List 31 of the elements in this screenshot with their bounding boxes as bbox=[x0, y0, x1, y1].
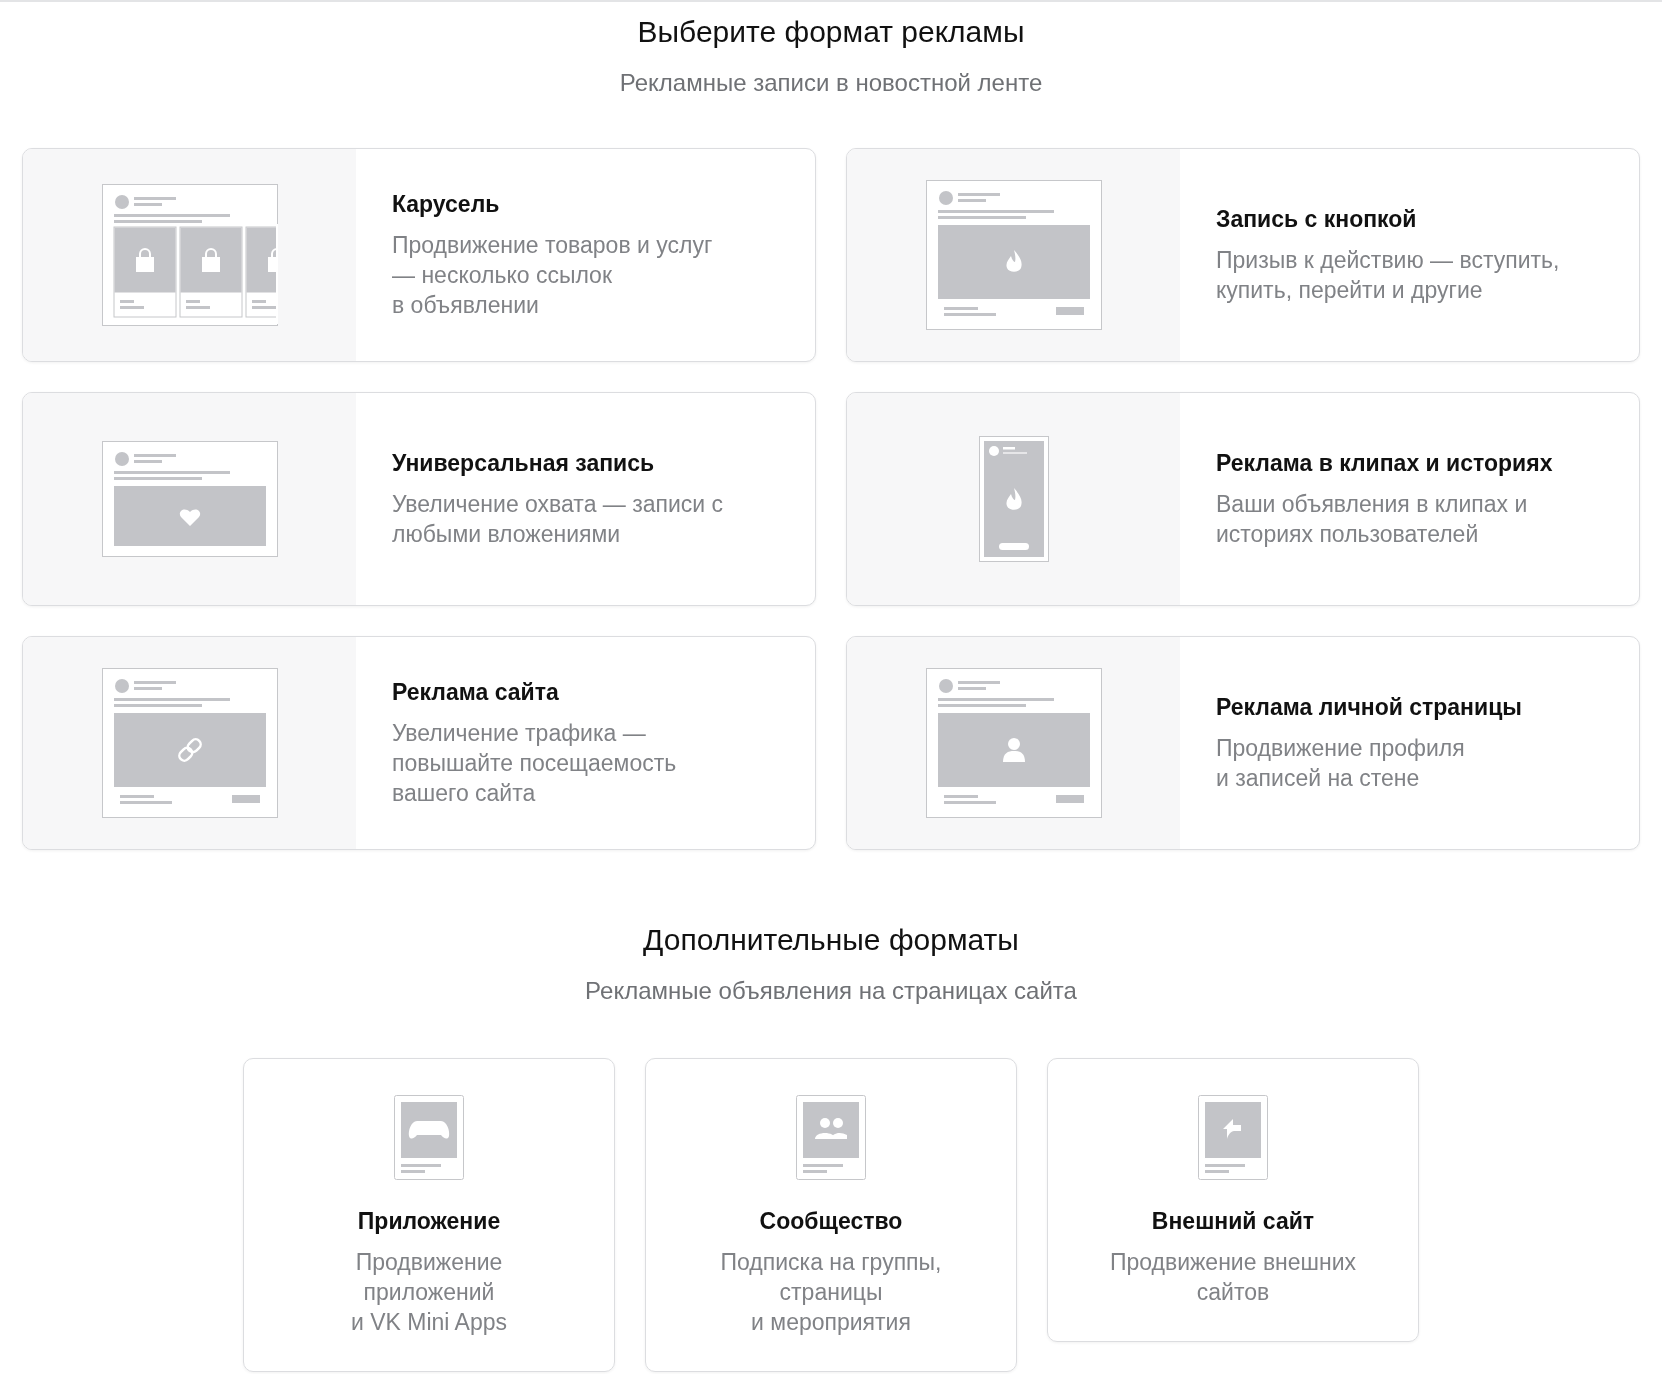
format-card[interactable]: Реклама личной страницы Продвижение профиля и записей на стене bbox=[846, 636, 1640, 850]
section-heading: Дополнительные форматы bbox=[642, 922, 1020, 958]
format-description: Увеличение трафика — повышайте посещаемость вашего сайта bbox=[392, 718, 677, 808]
section-heading: Выберите формат рекламы bbox=[636, 14, 1026, 50]
format-description: Продвижение товаров и услуг — несколько ссылок в объявлении bbox=[392, 230, 713, 320]
format-title: Реклама в клипах и историях bbox=[1216, 449, 1553, 477]
format-card[interactable]: Запись с кнопкой Призыв к действию — вступить, купить, перейти и другие bbox=[846, 148, 1640, 362]
format-description: Продвижение внешних сайтов bbox=[1109, 1248, 1357, 1307]
format-card[interactable]: Универсальная запись Увеличение охвата — записи с любыми вложениями bbox=[22, 392, 816, 606]
format-card[interactable]: Карусель Продвижение товаров и услуг — несколько ссылок в объявлении bbox=[22, 148, 816, 362]
format-description: Продвижение профиля и записей на стене bbox=[1216, 733, 1466, 793]
format-title: Карусель bbox=[392, 190, 501, 218]
format-title: Универсальная запись bbox=[392, 449, 656, 477]
format-title: Приложение bbox=[357, 1208, 501, 1235]
format-description: Подписка на группы, страницы и мероприятия bbox=[720, 1248, 942, 1337]
format-title: Запись с кнопкой bbox=[1216, 205, 1418, 233]
format-card[interactable]: Приложение Продвижение приложений и VK Mini Apps bbox=[243, 1058, 615, 1372]
format-title: Реклама сайта bbox=[392, 678, 560, 706]
format-card[interactable]: Внешний сайт Продвижение внешних сайтов bbox=[1047, 1058, 1419, 1342]
section-subheading: Рекламные записи в новостной ленте bbox=[618, 68, 1044, 98]
format-card[interactable]: Сообщество Подписка на группы, страницы и мероприятия bbox=[645, 1058, 1017, 1372]
format-title: Сообщество bbox=[759, 1208, 903, 1235]
format-card[interactable]: Реклама сайта Увеличение трафика — повышайте посещаемость вашего сайта bbox=[22, 636, 816, 850]
format-card[interactable]: Реклама в клипах и историях Ваши объявления в клипах и историях пользователей bbox=[846, 392, 1640, 606]
section-subheading: Рекламные объявления на страницах сайта bbox=[584, 976, 1078, 1006]
format-description: Продвижение приложений и VK Mini Apps bbox=[351, 1248, 507, 1337]
format-description: Ваши объявления в клипах и историях пользователей bbox=[1216, 489, 1529, 549]
format-title: Реклама личной страницы bbox=[1216, 693, 1522, 721]
format-title: Внешний сайт bbox=[1151, 1208, 1315, 1235]
format-description: Призыв к действию — вступить, купить, перейти и другие bbox=[1216, 245, 1560, 305]
format-description: Увеличение охвата — записи с любыми вложениями bbox=[392, 489, 724, 549]
